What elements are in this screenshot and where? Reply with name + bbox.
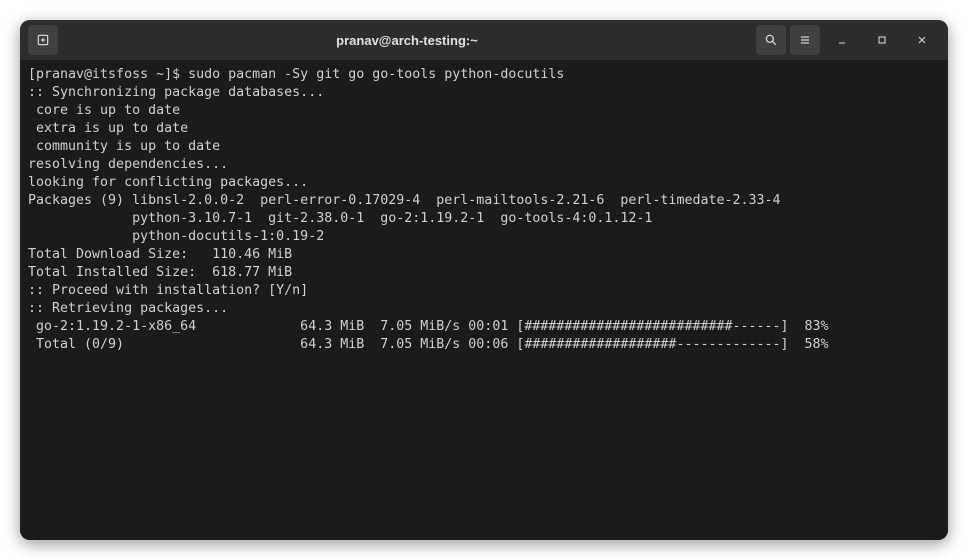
output-line: extra is up to date <box>28 120 940 138</box>
output-line: core is up to date <box>28 102 940 120</box>
terminal-window: pranav@arch-testing:~ [pranav@itsfoss ~]… <box>20 20 948 540</box>
window-title: pranav@arch-testing:~ <box>58 33 756 48</box>
minimize-icon <box>836 34 848 46</box>
output-line: Packages (9) libnsl-2.0.0-2 perl-error-0… <box>28 192 940 210</box>
titlebar: pranav@arch-testing:~ <box>20 20 948 60</box>
output-line: :: Retrieving packages... <box>28 300 940 318</box>
close-button[interactable] <box>904 25 940 55</box>
prompt-text: [pranav@itsfoss ~]$ <box>28 67 188 82</box>
output-line: python-docutils-1:0.19-2 <box>28 228 940 246</box>
output-line: python-3.10.7-1 git-2.38.0-1 go-2:1.19.2… <box>28 210 940 228</box>
prompt-line: [pranav@itsfoss ~]$ sudo pacman -Sy git … <box>28 66 940 84</box>
plus-box-icon <box>36 33 50 47</box>
search-button[interactable] <box>756 25 786 55</box>
progress-line: go-2:1.19.2-1-x86_64 64.3 MiB 7.05 MiB/s… <box>28 318 940 336</box>
hamburger-icon <box>798 33 812 47</box>
output-line: :: Synchronizing package databases... <box>28 84 940 102</box>
maximize-button[interactable] <box>864 25 900 55</box>
output-line: :: Proceed with installation? [Y/n] <box>28 282 940 300</box>
maximize-icon <box>876 34 888 46</box>
menu-button[interactable] <box>790 25 820 55</box>
output-line: looking for conflicting packages... <box>28 174 940 192</box>
terminal-body[interactable]: [pranav@itsfoss ~]$ sudo pacman -Sy git … <box>20 60 948 540</box>
new-tab-button[interactable] <box>28 25 58 55</box>
minimize-button[interactable] <box>824 25 860 55</box>
output-line: resolving dependencies... <box>28 156 940 174</box>
search-icon <box>764 33 778 47</box>
progress-line: Total (0/9) 64.3 MiB 7.05 MiB/s 00:06 [#… <box>28 336 940 354</box>
output-line: Total Download Size: 110.46 MiB <box>28 246 940 264</box>
command-text: sudo pacman -Sy git go go-tools python-d… <box>188 67 564 82</box>
close-icon <box>916 34 928 46</box>
output-line: community is up to date <box>28 138 940 156</box>
output-line: Total Installed Size: 618.77 MiB <box>28 264 940 282</box>
